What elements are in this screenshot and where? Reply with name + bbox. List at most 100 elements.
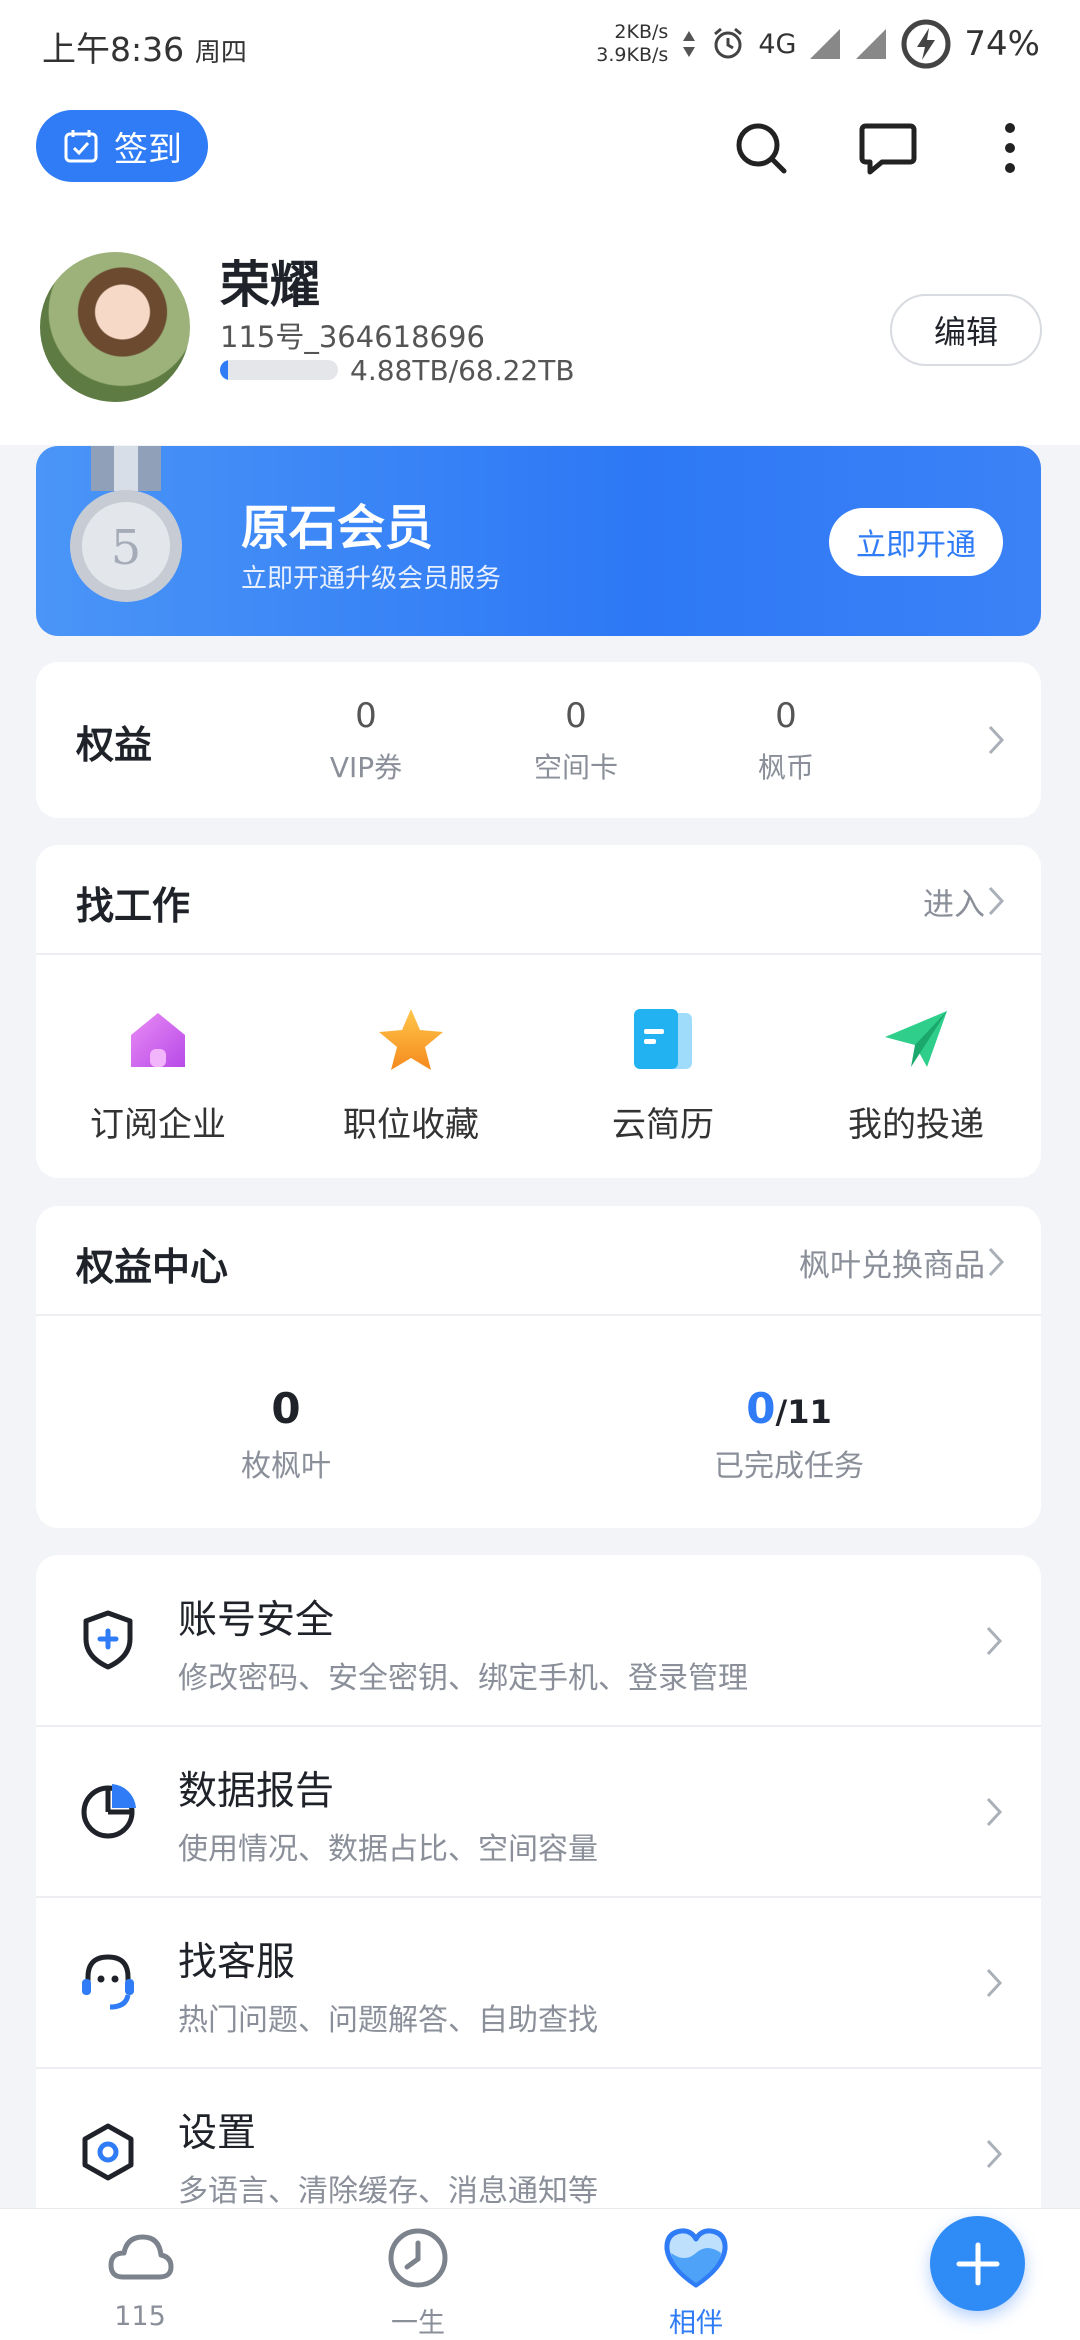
rights-center-card: 权益中心 枫叶兑换商品 0 枚枫叶 0/11 已完成任务 xyxy=(36,1206,1041,1528)
user-name: 荣耀 xyxy=(220,256,320,314)
vip-open-button[interactable]: 立即开通 xyxy=(829,508,1003,576)
network-type: 4G xyxy=(758,28,797,60)
net-speed: 2KB/s 3.9KB/s xyxy=(596,21,668,67)
status-bar: 上午8:36 周四 2KB/s 3.9KB/s 4G 74% xyxy=(0,0,1080,90)
tasks-label: 已完成任务 xyxy=(714,1449,864,1484)
checkin-button[interactable]: 签到 xyxy=(36,110,208,182)
rights-center-title: 权益中心 xyxy=(76,1245,229,1289)
maple-exchange-link[interactable]: 枫叶兑换商品 xyxy=(799,1240,985,1285)
chevron-right-icon xyxy=(988,725,1005,755)
job-item-label: 我的投递 xyxy=(848,1105,984,1145)
bottom-tab-bar: 115 一生 相伴 xyxy=(0,2208,1080,2340)
rights-title: 权益 xyxy=(76,723,153,767)
chevron-right-icon xyxy=(986,1968,1003,1998)
paper-plane-icon xyxy=(885,1011,947,1067)
storage-progress-fill xyxy=(220,360,229,380)
tab-lifetime[interactable]: 一生 xyxy=(348,2223,488,2340)
net-up: 2KB/s xyxy=(614,21,669,43)
profile-header: 签到 荣耀 115号_364618696 4.88TB/68.22TB 编辑 xyxy=(0,90,1080,445)
settings-hexagon-icon xyxy=(82,2123,134,2181)
rights-value: 0 xyxy=(775,696,797,736)
menu-item-title: 账号安全 xyxy=(178,1598,335,1643)
rights-vip-coupon[interactable]: 0 VIP券 xyxy=(286,696,446,786)
menu-item-title: 找客服 xyxy=(178,1940,296,1985)
user-id: 115号_364618696 xyxy=(220,320,485,354)
message-icon[interactable] xyxy=(858,118,918,178)
add-fab-button[interactable] xyxy=(930,2216,1025,2311)
rights-value: 0 xyxy=(355,696,377,736)
chevron-right-icon xyxy=(986,1626,1003,1656)
job-title: 找工作 xyxy=(76,884,191,928)
avatar[interactable] xyxy=(40,252,190,402)
rights-value: 0 xyxy=(565,696,587,736)
status-time: 上午8:36 周四 xyxy=(42,22,247,71)
menu-item-desc: 多语言、清除缓存、消息通知等 xyxy=(178,2174,598,2209)
house-icon xyxy=(131,1013,185,1067)
rights-maple-coin[interactable]: 0 枫币 xyxy=(706,696,866,786)
chevron-right-icon xyxy=(988,1247,1005,1277)
job-item-label: 职位收藏 xyxy=(343,1105,479,1145)
medal-icon: 5 xyxy=(70,446,182,602)
divider xyxy=(36,953,1041,955)
weekday: 周四 xyxy=(194,38,247,68)
heart-icon xyxy=(664,2228,728,2288)
storage-text: 4.88TB/68.22TB xyxy=(350,354,575,387)
more-icon[interactable] xyxy=(980,118,1040,178)
menu-item-desc: 使用情况、数据占比、空间容量 xyxy=(178,1832,598,1867)
menu-item-desc: 热门问题、问题解答、自助查找 xyxy=(178,2003,598,2038)
cloud-icon xyxy=(108,2234,174,2280)
job-enter-label: 进入 xyxy=(923,887,985,923)
menu-item-data-report[interactable]: 数据报告 使用情况、数据占比、空间容量 xyxy=(36,1726,1041,1896)
medal-number: 5 xyxy=(111,520,142,576)
vip-subtitle: 立即开通升级会员服务 xyxy=(241,564,502,594)
tasks-stat[interactable]: 0/11 已完成任务 xyxy=(669,1384,909,1485)
plus-icon xyxy=(956,2242,999,2285)
job-item-resume[interactable]: 云简历 xyxy=(563,1005,763,1146)
job-item-subscribe-company[interactable]: 订阅企业 xyxy=(58,1005,258,1146)
net-down: 3.9KB/s xyxy=(596,44,669,66)
tab-label: 115 xyxy=(114,2301,166,2332)
maple-leaves-stat[interactable]: 0 枚枫叶 xyxy=(166,1384,406,1485)
chevron-right-icon xyxy=(986,2139,1003,2169)
storage-progress-bar xyxy=(220,360,338,380)
star-icon xyxy=(379,1009,443,1070)
chevron-right-icon xyxy=(988,886,1005,916)
search-icon[interactable] xyxy=(731,118,791,178)
menu-item-desc: 修改密码、安全密钥、绑定手机、登录管理 xyxy=(178,1661,748,1696)
tab-label: 一生 xyxy=(391,2308,445,2339)
job-item-label: 云简历 xyxy=(612,1105,714,1145)
alarm-icon xyxy=(714,27,743,59)
vip-banner[interactable]: 5 原石会员 立即开通升级会员服务 立即开通 xyxy=(36,446,1041,636)
job-item-favorites[interactable]: 职位收藏 xyxy=(311,1005,511,1146)
headset-icon xyxy=(82,1954,134,2010)
menu-item-title: 设置 xyxy=(178,2111,257,2156)
job-item-label: 订阅企业 xyxy=(90,1105,226,1145)
tasks-done: 0 xyxy=(746,1384,776,1433)
job-enter-link[interactable]: 进入 xyxy=(923,879,985,924)
divider xyxy=(36,1314,1041,1316)
rights-space-card[interactable]: 0 空间卡 xyxy=(496,696,656,786)
maple-leaves-value: 0 xyxy=(271,1384,301,1433)
checkin-label: 签到 xyxy=(114,129,182,170)
job-item-applications[interactable]: 我的投递 xyxy=(816,1005,1016,1146)
chevron-right-icon xyxy=(986,1797,1003,1827)
edit-button[interactable]: 编辑 xyxy=(890,294,1042,366)
maple-exchange-label: 枫叶兑换商品 xyxy=(799,1248,985,1284)
rights-card[interactable]: 权益 0 VIP券 0 空间卡 0 枫币 xyxy=(36,662,1041,818)
time-value: 8:36 xyxy=(110,30,185,69)
tab-companion[interactable]: 相伴 xyxy=(626,2223,766,2340)
calendar-check-icon xyxy=(64,130,98,163)
maple-leaves-label: 枚枫叶 xyxy=(241,1449,331,1484)
menu-item-account-security[interactable]: 账号安全 修改密码、安全密钥、绑定手机、登录管理 xyxy=(36,1555,1041,1725)
document-icon xyxy=(634,1009,692,1069)
status-indicators: 2KB/s 3.9KB/s 4G 74% xyxy=(596,18,1040,70)
shield-plus-icon xyxy=(83,1610,133,1670)
battery-charging-icon xyxy=(901,19,951,69)
menu-item-title: 数据报告 xyxy=(178,1769,335,1814)
menu-item-customer-service[interactable]: 找客服 热门问题、问题解答、自助查找 xyxy=(36,1897,1041,2067)
rights-label: 枫币 xyxy=(757,751,814,784)
clock-icon xyxy=(388,2228,448,2288)
rights-label: 空间卡 xyxy=(533,751,618,784)
rights-label: VIP券 xyxy=(329,751,403,784)
tab-115[interactable]: 115 xyxy=(70,2223,210,2332)
